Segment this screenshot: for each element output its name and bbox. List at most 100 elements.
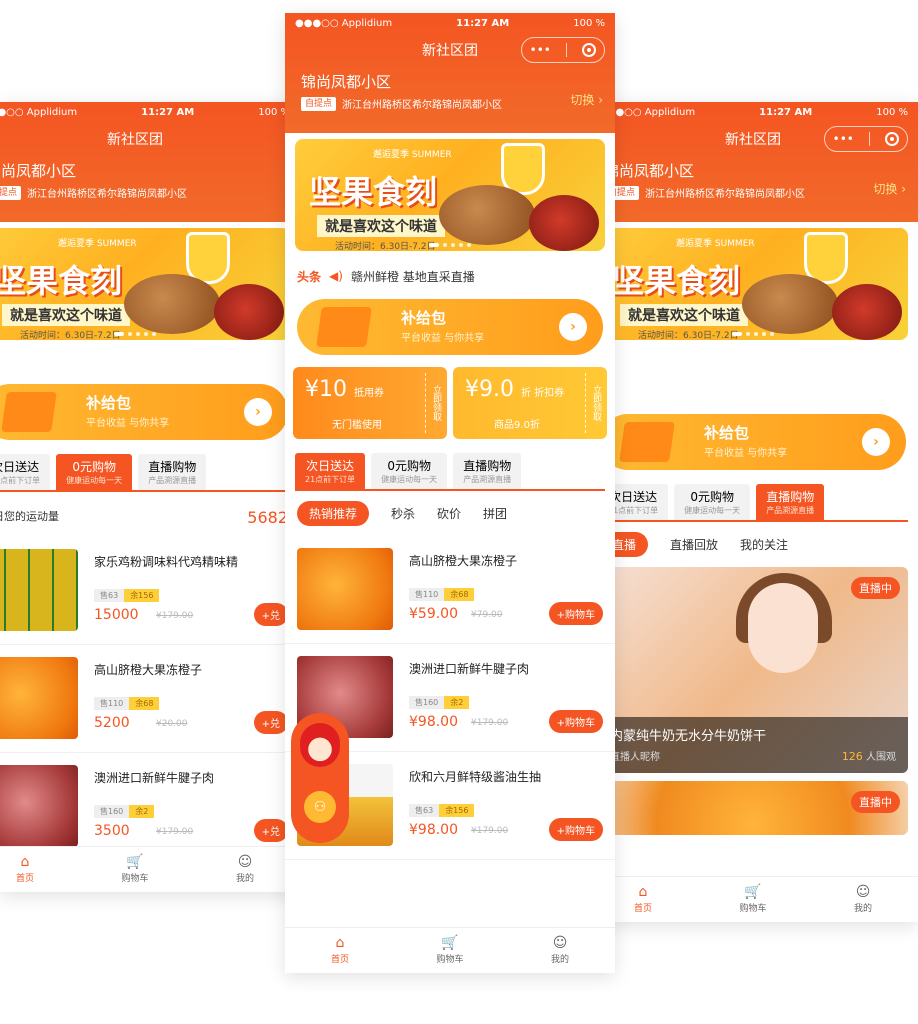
original-price: ¥79.00 [471,610,503,620]
claim-now-button[interactable]: 立即领取 [585,373,607,433]
tab-live-shopping[interactable]: 直播购物 产品溯源直播 [453,453,522,489]
chevron-right-icon[interactable]: › [862,428,890,456]
stock-left: 余156 [124,589,160,602]
subtab-hot[interactable]: 热销推荐 [297,501,370,526]
product-card[interactable]: 家乐鸡粉调味料代鸡精味精 售63 余156 15000 ¥179.00 +兑 [0,537,300,645]
carousel-dots [608,332,908,336]
home-icon: ⌂ [335,935,345,951]
add-to-cart-button[interactable]: +购物车 [548,602,603,625]
header: ●●●○○ Applidium 11:27 AM 100 % 新社区团 ••• … [285,13,615,251]
tab-title: 次日送达 [609,490,658,504]
battery: 100 % [876,106,908,118]
promo-banner[interactable]: 邂逅夏季 SUMMER 坚果食刻 就是喜欢这个味道 活动时间：6.30日-7.2… [0,228,290,340]
tab-zero-shopping[interactable]: 0元购物 健康运动每一天 [674,484,751,520]
close-icon[interactable] [885,132,900,146]
tab-cart[interactable]: 🛒 购物车 [395,928,505,973]
subsidy-subtitle: 平台收益 与你共享 [704,448,788,459]
tab-next-day[interactable]: 次日送达 21点前下订单 [295,453,366,489]
header: ●●●○○ Applidium 11:27 AM 100 % 新社区团 ••• … [608,102,918,340]
subtab-flash-sale[interactable]: 秒杀 [391,505,415,522]
tab-home[interactable]: ⌂ 首页 [608,877,698,922]
tab-live-shopping[interactable]: 直播购物 产品溯源直播 [756,484,825,520]
subsidy-subtitle: 平台收益 与你共享 [86,418,170,429]
subsidy-subtitle: 平台收益 与你共享 [401,333,485,344]
mini-program-capsule[interactable]: ••• [521,37,605,63]
tab-zero-shopping[interactable]: 0元购物 健康运动每一天 [56,454,133,490]
cart-icon: 🛒 [744,884,762,900]
add-to-cart-button[interactable]: +购物车 [548,818,603,841]
nuts-image [742,274,838,334]
claim-now-button[interactable]: 立即领取 [425,373,447,433]
tab-home[interactable]: ⌂ 首页 [285,928,395,973]
tab-profile[interactable]: ☺ 我的 [505,928,615,973]
coupon-amount: ¥9.0 折 折扣券 [465,377,564,402]
banner-title: 坚果食刻 [309,173,438,211]
banner-top-text: 邂逅夏季 SUMMER [58,239,137,249]
subtab-following[interactable]: 我的关注 [740,536,788,553]
banner-subtitle: 就是喜欢这个味道 [620,304,748,326]
coupon-desc: 商品9.0折 [494,420,540,431]
more-icon[interactable]: ••• [530,43,551,57]
tab-label: 购物车 [121,874,149,884]
tab-sub: 健康运动每一天 [381,475,438,484]
coupon-value: ¥10 [305,377,347,402]
tab-zero-shopping[interactable]: 0元购物 健康运动每一天 [371,453,448,489]
status-bar: ●●●○○ Applidium 11:27 AM 100 % [285,13,615,33]
tab-cart[interactable]: 🛒 购物车 [80,847,190,892]
carousel-dots [0,332,290,336]
tab-next-day[interactable]: 次日送达 21点前下订单 [0,454,51,490]
tab-live-shopping[interactable]: 直播购物 产品溯源直播 [138,454,207,490]
subtab-replay[interactable]: 直播回放 [670,536,718,553]
tab-profile[interactable]: ☺ 我的 [190,847,300,892]
promo-banner[interactable]: 邂逅夏季 SUMMER 坚果食刻 就是喜欢这个味道 活动时间：6.30日-7.2… [608,228,908,340]
product-title: 欣和六月鲜特级酱油生抽 [409,770,542,784]
tab-cart[interactable]: 🛒 购物车 [698,877,808,922]
subtab-group-buy[interactable]: 拼团 [483,505,507,522]
subsidy-pack-banner[interactable]: 补给包 平台收益 与你共享 › [608,414,906,470]
mini-program-capsule[interactable]: ••• [824,126,908,152]
subsidy-pack-banner[interactable]: 补给包 平台收益 与你共享 › [297,299,603,355]
redeem-button[interactable]: +兑 [253,711,288,734]
share-user-icon[interactable]: ⚇ [304,791,336,823]
price: ¥98.00 [409,822,458,838]
showcase-stage: ●●●○○ Applidium 11:27 AM 100 % 新社区团 锦尚凤都… [0,0,918,1024]
tab-profile[interactable]: ☺ 我的 [808,877,918,922]
category-subtabs: 热销推荐 秒杀 砍价 拼团 [285,491,615,536]
home-icon: ⌂ [638,884,648,900]
mode-tabs: 次日送达 21点前下订单 0元购物健康运动每一天 直播购物产品溯源直播 [0,454,290,492]
coupon-unit: 折 折扣券 [520,388,565,399]
tab-home[interactable]: ⌂ 首页 [0,847,80,892]
floating-promo-widget[interactable]: ⚇ [291,713,349,843]
tab-title: 0元购物 [690,490,734,504]
subtab-bargain[interactable]: 砍价 [437,505,461,522]
switch-community-link[interactable]: 切换 › [873,180,906,197]
promo-banner[interactable]: 邂逅夏季 SUMMER 坚果食刻 就是喜欢这个味道 活动时间：6.30日-7.2… [295,139,605,251]
bottom-tab-bar: ⌂ 首页 🛒 购物车 ☺ 我的 [608,876,918,922]
chevron-right-icon[interactable]: › [244,398,272,426]
subsidy-pack-banner[interactable]: 补给包 平台收益 与你共享 › [0,384,288,440]
carrier: ●●●○○ Applidium [295,17,393,29]
user-icon: ☺ [855,884,871,900]
community-address: 浙江台州路桥区希尔路锦尚凤都小区 [645,189,806,200]
more-icon[interactable]: ••• [833,132,854,146]
add-to-cart-button[interactable]: +购物车 [548,710,603,733]
clock: 11:27 AM [759,106,813,118]
news-ticker[interactable]: 头条 ◀) 赣州鲜橙 基地直采直播 [285,257,615,295]
product-card[interactable]: 高山脐橙大果冻橙子 售110 余68 5200 ¥20.00 +兑 [0,645,300,753]
coupon-cash[interactable]: ¥10 抵用券 无门槛使用 立即领取 [293,367,447,439]
coupon-discount[interactable]: ¥9.0 折 折扣券 商品9.0折 立即领取 [453,367,607,439]
switch-community-link[interactable]: 切换 › [570,91,603,108]
redeem-button[interactable]: +兑 [253,819,288,842]
live-stream-card[interactable]: 直播中 [608,781,908,835]
chevron-right-icon[interactable]: › [559,313,587,341]
close-icon[interactable] [582,43,597,57]
live-title: 内蒙纯牛奶无水分牛奶饼干 [610,729,767,744]
redeem-button[interactable]: +兑 [253,603,288,626]
product-card[interactable]: 高山脐橙大果冻橙子 售110 余68 ¥59.00 ¥79.00 +购物车 [285,536,615,644]
product-card[interactable]: 澳洲进口新鲜牛腱子肉 售160 余2 3500 ¥179.00 +兑 [0,753,300,861]
tab-next-day[interactable]: 次日送达 21点前下订单 [608,484,669,520]
bottom-tab-bar: ⌂ 首页 🛒 购物车 ☺ 我的 [285,927,615,973]
price: ¥98.00 [409,714,458,730]
live-stream-card[interactable]: 直播中 内蒙纯牛奶无水分牛奶饼干 直播人昵称 126 人围观 [608,567,908,773]
mode-tabs: 次日送达 21点前下订单 0元购物健康运动每一天 直播购物产品溯源直播 [295,453,605,491]
